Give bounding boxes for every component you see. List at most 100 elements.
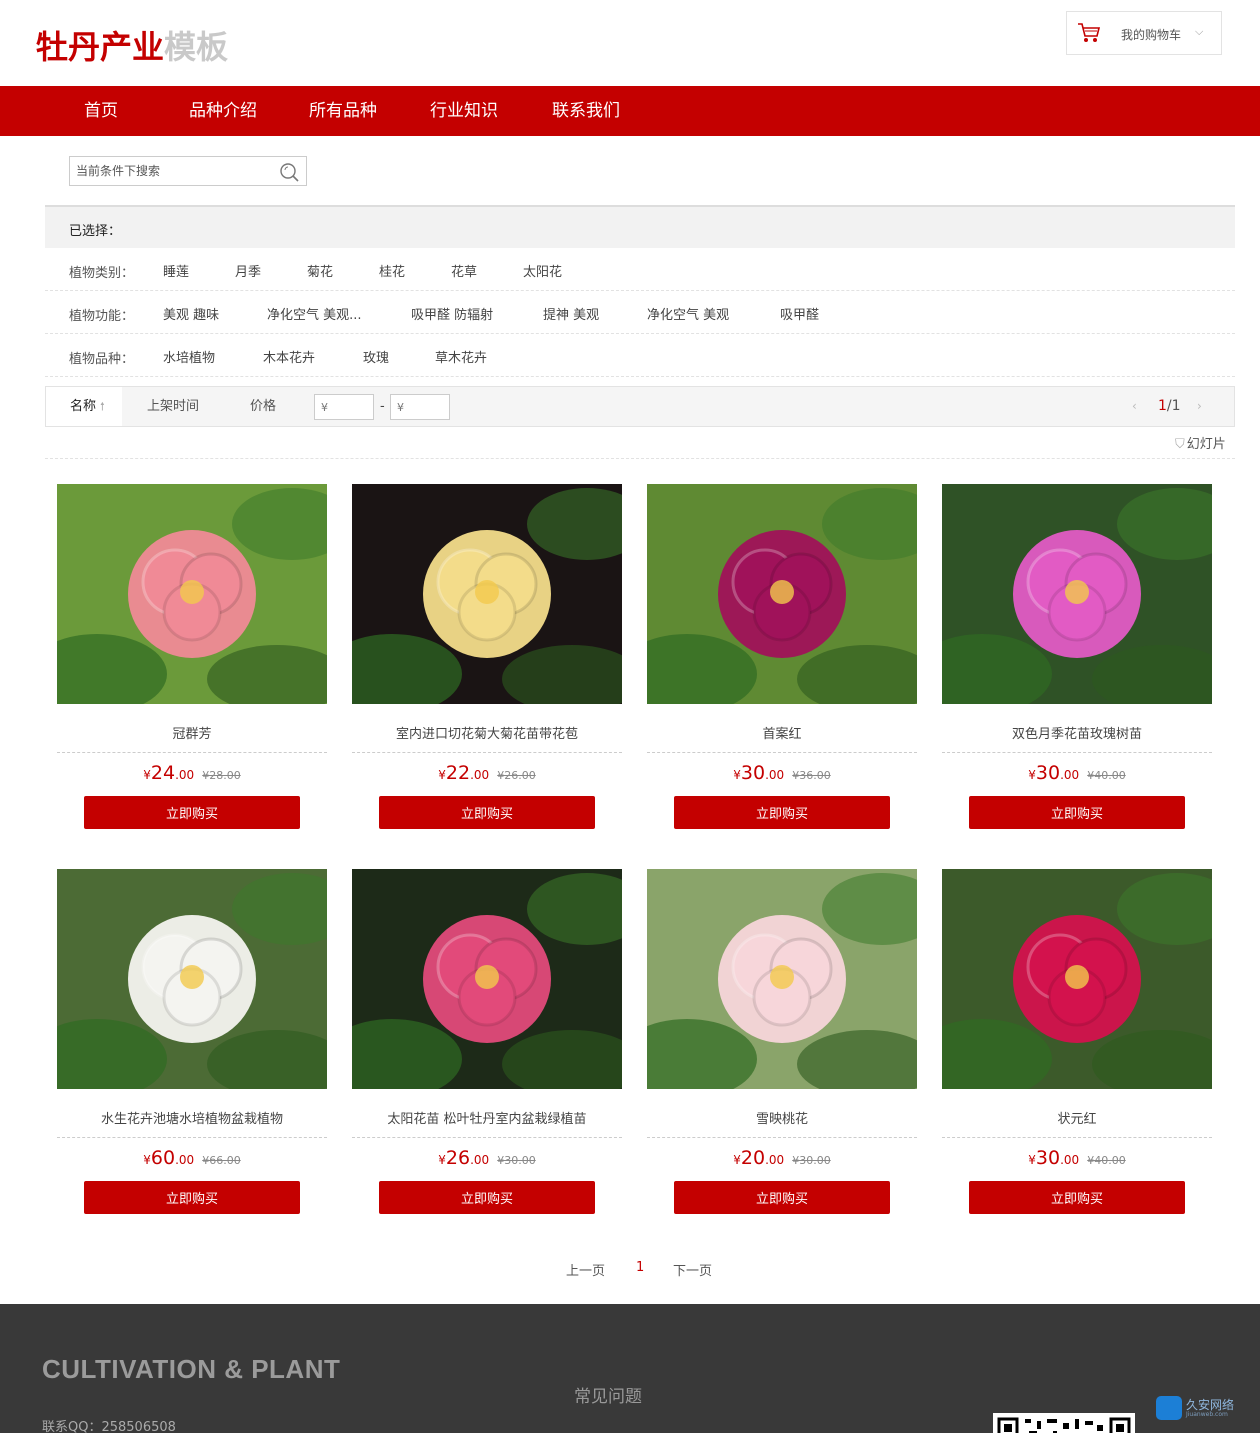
- product-name[interactable]: 双色月季花苗玫瑰树苗: [942, 723, 1212, 742]
- site-header: 牡丹产业模板 我的购物车 ⌵: [0, 0, 1260, 86]
- footer-title: CULTIVATION & PLANT: [42, 1354, 341, 1384]
- product-image[interactable]: [942, 869, 1212, 1089]
- product-price: ¥26.00 ¥30.00: [352, 1147, 622, 1169]
- buy-now-button[interactable]: 立即购买: [969, 796, 1185, 829]
- product-name[interactable]: 雪映桃花: [647, 1108, 917, 1127]
- nav-home[interactable]: 首页: [84, 86, 118, 136]
- nav-industry-knowledge[interactable]: 行业知识: [430, 86, 498, 136]
- original-price: ¥40.00: [1087, 769, 1126, 782]
- divider: [352, 752, 622, 753]
- product-price: ¥30.00 ¥40.00: [942, 762, 1212, 784]
- page-current: 1: [1158, 398, 1167, 414]
- flower-photo: [942, 484, 1212, 704]
- product-image[interactable]: [57, 484, 327, 704]
- price-decimal: .00: [175, 1153, 195, 1167]
- product-card: 首案红 ¥30.00 ¥36.00 立即购买: [647, 484, 917, 830]
- qr-code-image: [993, 1413, 1135, 1433]
- product-image[interactable]: [352, 869, 622, 1089]
- divider: [57, 1137, 327, 1138]
- buy-now-button[interactable]: 立即购买: [379, 1181, 595, 1214]
- chevron-right-icon[interactable]: ›: [1197, 387, 1202, 426]
- original-price: ¥40.00: [1087, 1154, 1126, 1167]
- current-page-link[interactable]: 1: [636, 1260, 644, 1275]
- price-decimal: .00: [470, 1153, 490, 1167]
- site-logo[interactable]: 牡丹产业模板: [36, 22, 228, 68]
- product-name[interactable]: 首案红: [647, 723, 917, 742]
- filter-row-function: 植物功能： 美观 趣味 净化空气 美观... 吸甲醛 防辐射 提神 美观 净化空…: [45, 291, 1235, 334]
- buy-now-button[interactable]: 立即购买: [379, 796, 595, 829]
- filter-option[interactable]: 木本花卉: [263, 347, 315, 366]
- footer-faq-link[interactable]: 常见问题: [574, 1382, 642, 1407]
- product-price: ¥24.00 ¥28.00: [57, 762, 327, 784]
- product-price: ¥60.00 ¥66.00: [57, 1147, 327, 1169]
- slideshow-toggle[interactable]: ⛉ 幻灯片: [1175, 433, 1226, 452]
- slideshow-icon: ⛉: [1175, 437, 1185, 452]
- filter-option[interactable]: 花草: [451, 261, 477, 280]
- price-integer: 30: [740, 762, 766, 784]
- filter-option[interactable]: 水培植物: [163, 347, 215, 366]
- filter-option[interactable]: 净化空气 美观: [647, 304, 729, 323]
- product-image[interactable]: [942, 484, 1212, 704]
- price-decimal: .00: [1060, 1153, 1080, 1167]
- divider: [352, 1137, 622, 1138]
- filter-option[interactable]: 太阳花: [523, 261, 562, 280]
- filter-option[interactable]: 月季: [235, 261, 261, 280]
- cart-button[interactable]: 我的购物车 ⌵: [1066, 11, 1222, 55]
- chevron-left-icon[interactable]: ‹: [1132, 387, 1137, 426]
- price-integer: 20: [740, 1147, 766, 1169]
- price-decimal: .00: [470, 768, 490, 782]
- filter-option[interactable]: 吸甲醛: [780, 304, 819, 323]
- filter-option[interactable]: 草木花卉: [435, 347, 487, 366]
- buy-now-button[interactable]: 立即购买: [674, 796, 890, 829]
- watermark-url: Jiuanweb.com: [1186, 1411, 1228, 1418]
- filter-row-variety: 植物品种： 水培植物 木本花卉 玫瑰 草木花卉: [45, 334, 1235, 377]
- price-to-input[interactable]: [390, 394, 450, 420]
- product-price: ¥30.00 ¥40.00: [942, 1147, 1212, 1169]
- nav-contact[interactable]: 联系我们: [552, 86, 620, 136]
- filter-option[interactable]: 玫瑰: [363, 347, 389, 366]
- price-decimal: .00: [1060, 768, 1080, 782]
- buy-now-button[interactable]: 立即购买: [674, 1181, 890, 1214]
- prev-page-link[interactable]: 上一页: [566, 1260, 605, 1279]
- product-name[interactable]: 太阳花苗 松叶牡丹室内盆栽绿植苗: [352, 1108, 622, 1127]
- product-image[interactable]: [647, 484, 917, 704]
- product-name[interactable]: 状元红: [942, 1108, 1212, 1127]
- buy-now-button[interactable]: 立即购买: [84, 1181, 300, 1214]
- flower-photo: [647, 869, 917, 1089]
- divider: [942, 752, 1212, 753]
- product-card: 雪映桃花 ¥20.00 ¥30.00 立即购买: [647, 869, 917, 1215]
- price-decimal: .00: [765, 1153, 785, 1167]
- product-image[interactable]: [57, 869, 327, 1089]
- sort-by-name[interactable]: 名称 🠕: [46, 387, 122, 426]
- product-price: ¥20.00 ¥30.00: [647, 1147, 917, 1169]
- search-icon[interactable]: [278, 161, 300, 183]
- sort-by-price[interactable]: 价格: [250, 387, 276, 426]
- nav-varieties-intro[interactable]: 品种介绍: [189, 86, 257, 136]
- selected-label: 已选择：: [69, 224, 122, 239]
- product-image[interactable]: [352, 484, 622, 704]
- price-from-input[interactable]: [314, 394, 374, 420]
- product-name[interactable]: 室内进口切花菊大菊花苗带花苞: [352, 723, 622, 742]
- filter-option[interactable]: 提神 美观: [543, 304, 599, 323]
- product-name[interactable]: 冠群芳: [57, 723, 327, 742]
- buy-now-button[interactable]: 立即购买: [969, 1181, 1185, 1214]
- original-price: ¥30.00: [497, 1154, 536, 1167]
- sort-by-time[interactable]: 上架时间: [147, 387, 199, 426]
- filter-option[interactable]: 美观 趣味: [163, 304, 219, 323]
- next-page-link[interactable]: 下一页: [673, 1260, 712, 1279]
- filter-option[interactable]: 吸甲醛 防辐射: [411, 304, 493, 323]
- flower-photo: [352, 869, 622, 1089]
- filter-option[interactable]: 桂花: [379, 261, 405, 280]
- nav-all-varieties[interactable]: 所有品种: [309, 86, 377, 136]
- main-nav: 首页 品种介绍 所有品种 行业知识 联系我们: [0, 86, 1260, 136]
- filter-option[interactable]: 菊花: [307, 261, 333, 280]
- search-input[interactable]: [70, 157, 270, 185]
- filter-option[interactable]: 净化空气 美观...: [267, 304, 362, 323]
- divider: [647, 1137, 917, 1138]
- original-price: ¥66.00: [202, 1154, 241, 1167]
- product-name[interactable]: 水生花卉池塘水培植物盆栽植物: [57, 1108, 327, 1127]
- product-image[interactable]: [647, 869, 917, 1089]
- filter-option[interactable]: 睡莲: [163, 261, 189, 280]
- buy-now-button[interactable]: 立即购买: [84, 796, 300, 829]
- filter-panel: 已选择： 植物类别： 睡莲 月季 菊花 桂花 花草 太阳花 植物功能： 美观 趣…: [45, 205, 1235, 377]
